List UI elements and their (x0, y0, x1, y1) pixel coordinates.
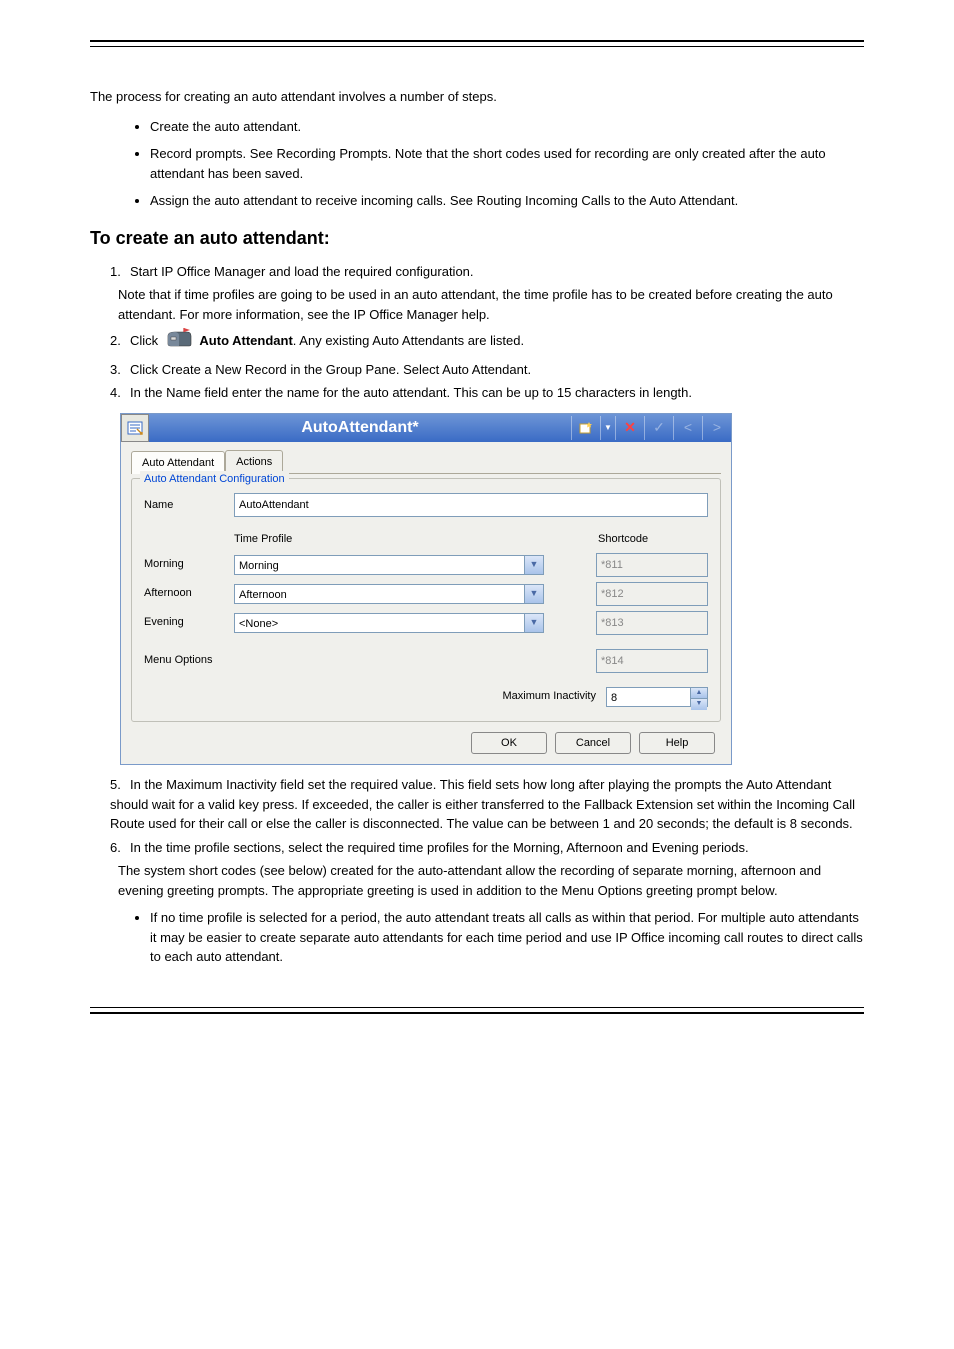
spinner-down-icon[interactable]: ▼ (691, 699, 707, 710)
timeprofile-header: Time Profile (234, 531, 554, 548)
afternoon-profile-value: Afternoon (235, 585, 524, 603)
ok-button[interactable]: OK (471, 732, 547, 755)
titlebar-buttons: ▼ ✕ ✓ < > (571, 414, 731, 442)
morning-profile-combo[interactable]: Morning ▼ (234, 555, 544, 575)
evening-shortcode (596, 611, 708, 635)
check-icon[interactable]: ✓ (644, 416, 673, 440)
intro-bullet-1: Create the auto attendant. (150, 117, 864, 137)
morning-shortcode (596, 553, 708, 577)
step-5: 5.In the Maximum Inactivity field set th… (110, 775, 864, 834)
mailbox-icon (165, 328, 193, 356)
step4-text: In the Name field enter the name for the… (130, 385, 692, 400)
max-inactivity-value: 8 (607, 688, 690, 706)
step6-sub: The system short codes (see below) creat… (118, 861, 864, 900)
step2-suffix: . Any existing Auto Attendants are liste… (293, 333, 524, 348)
spinner-up-icon[interactable]: ▲ (691, 688, 707, 700)
max-inactivity-spinner[interactable]: 8 ▲ ▼ (606, 687, 708, 707)
evening-label: Evening (144, 614, 234, 631)
section-heading: To create an auto attendant: (90, 225, 864, 252)
menu-options-label: Menu Options (144, 652, 212, 669)
morning-profile-value: Morning (235, 556, 524, 574)
step2-mid: Auto Attendant (199, 333, 292, 348)
tab-actions[interactable]: Actions (225, 450, 283, 474)
cancel-button[interactable]: Cancel (555, 732, 631, 755)
morning-label: Morning (144, 556, 234, 573)
afternoon-label: Afternoon (144, 585, 234, 602)
name-label: Name (144, 497, 234, 514)
autoattendant-dialog: AutoAttendant* ▼ ✕ ✓ < > Auto Attendant … (120, 413, 732, 766)
step2-prefix: Click (130, 333, 162, 348)
evening-profile-combo[interactable]: <None> ▼ (234, 613, 544, 633)
step-1: 1.Start IP Office Manager and load the r… (110, 262, 864, 282)
chevron-down-icon[interactable]: ▼ (524, 556, 543, 574)
dialog-title: AutoAttendant* (149, 416, 571, 440)
next-icon[interactable]: > (702, 416, 731, 440)
step6-bullet: If no time profile is selected for a per… (150, 908, 864, 967)
new-record-icon[interactable] (571, 416, 600, 440)
chevron-down-icon[interactable]: ▼ (524, 614, 543, 632)
step6-bullet-list: If no time profile is selected for a per… (150, 908, 864, 967)
groupbox-title: Auto Attendant Configuration (140, 471, 289, 488)
evening-profile-value: <None> (235, 614, 524, 632)
step1-text: Start IP Office Manager and load the req… (130, 264, 474, 279)
help-button[interactable]: Help (639, 732, 715, 755)
prev-icon[interactable]: < (673, 416, 702, 440)
max-inactivity-label: Maximum Inactivity (502, 688, 596, 705)
chevron-down-icon[interactable]: ▼ (524, 585, 543, 603)
step1-note: Note that if time profiles are going to … (118, 285, 864, 324)
step5-text: In the Maximum Inactivity field set the … (110, 777, 855, 831)
footer-rule (90, 1007, 864, 1014)
intro-bullet-2: Record prompts. See Recording Prompts. N… (150, 144, 864, 183)
delete-icon[interactable]: ✕ (615, 416, 644, 440)
name-input[interactable] (234, 493, 708, 517)
step-4: 4.In the Name field enter the name for t… (110, 383, 864, 403)
titlebar: AutoAttendant* ▼ ✕ ✓ < > (121, 414, 731, 442)
intro-bullet-list: Create the auto attendant. Record prompt… (150, 117, 864, 211)
afternoon-shortcode (596, 582, 708, 606)
shortcode-header: Shortcode (598, 531, 708, 548)
header-rule (90, 40, 864, 47)
menu-options-shortcode (596, 649, 708, 673)
intro-bullet-3: Assign the auto attendant to receive inc… (150, 191, 864, 211)
afternoon-profile-combo[interactable]: Afternoon ▼ (234, 584, 544, 604)
step3-text: Click Create a New Record in the Group P… (130, 362, 531, 377)
config-groupbox: Auto Attendant Configuration Name Time P… (131, 478, 721, 722)
step6-text: In the time profile sections, select the… (130, 840, 749, 855)
step-3: 3.Click Create a New Record in the Group… (110, 360, 864, 380)
step-2: 2.Click Auto Attendant. Any existing Aut… (110, 328, 864, 356)
dropdown-arrow-icon[interactable]: ▼ (600, 416, 615, 440)
step-6: 6.In the time profile sections, select t… (110, 838, 864, 858)
intro-paragraph: The process for creating an auto attenda… (90, 87, 864, 107)
app-icon (121, 414, 149, 442)
